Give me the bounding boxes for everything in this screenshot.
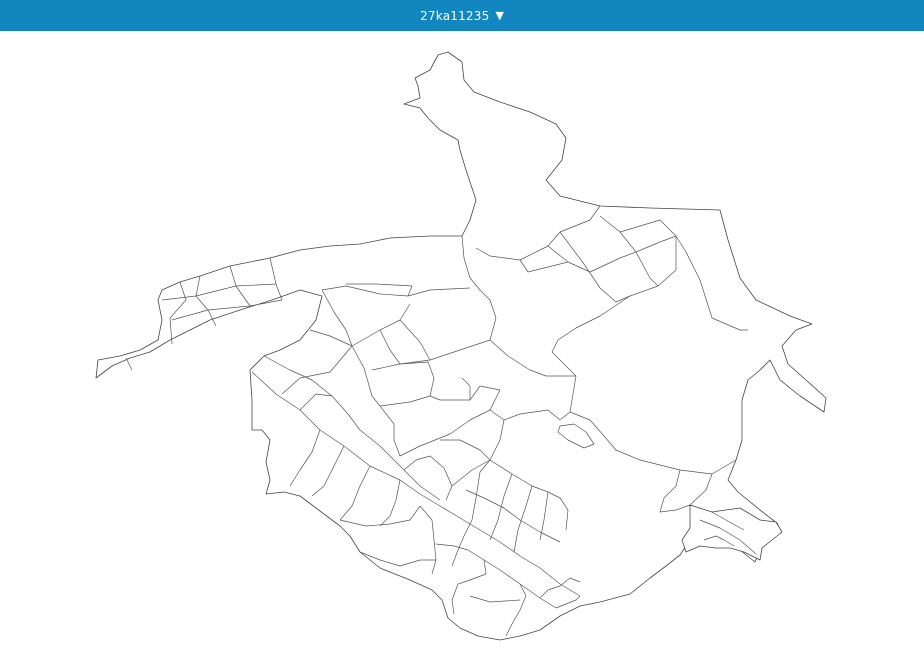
dropdown-caret-icon: ▼ <box>495 9 504 22</box>
district-boundary-map[interactable] <box>0 31 924 660</box>
region-selector[interactable]: 27ka11235 ▼ <box>0 0 924 31</box>
map-canvas[interactable] <box>0 31 924 660</box>
city-outline <box>95 51 827 641</box>
region-code-label: 27ka11235 <box>420 8 490 23</box>
district-border <box>125 357 133 371</box>
southeast-district <box>681 504 783 561</box>
